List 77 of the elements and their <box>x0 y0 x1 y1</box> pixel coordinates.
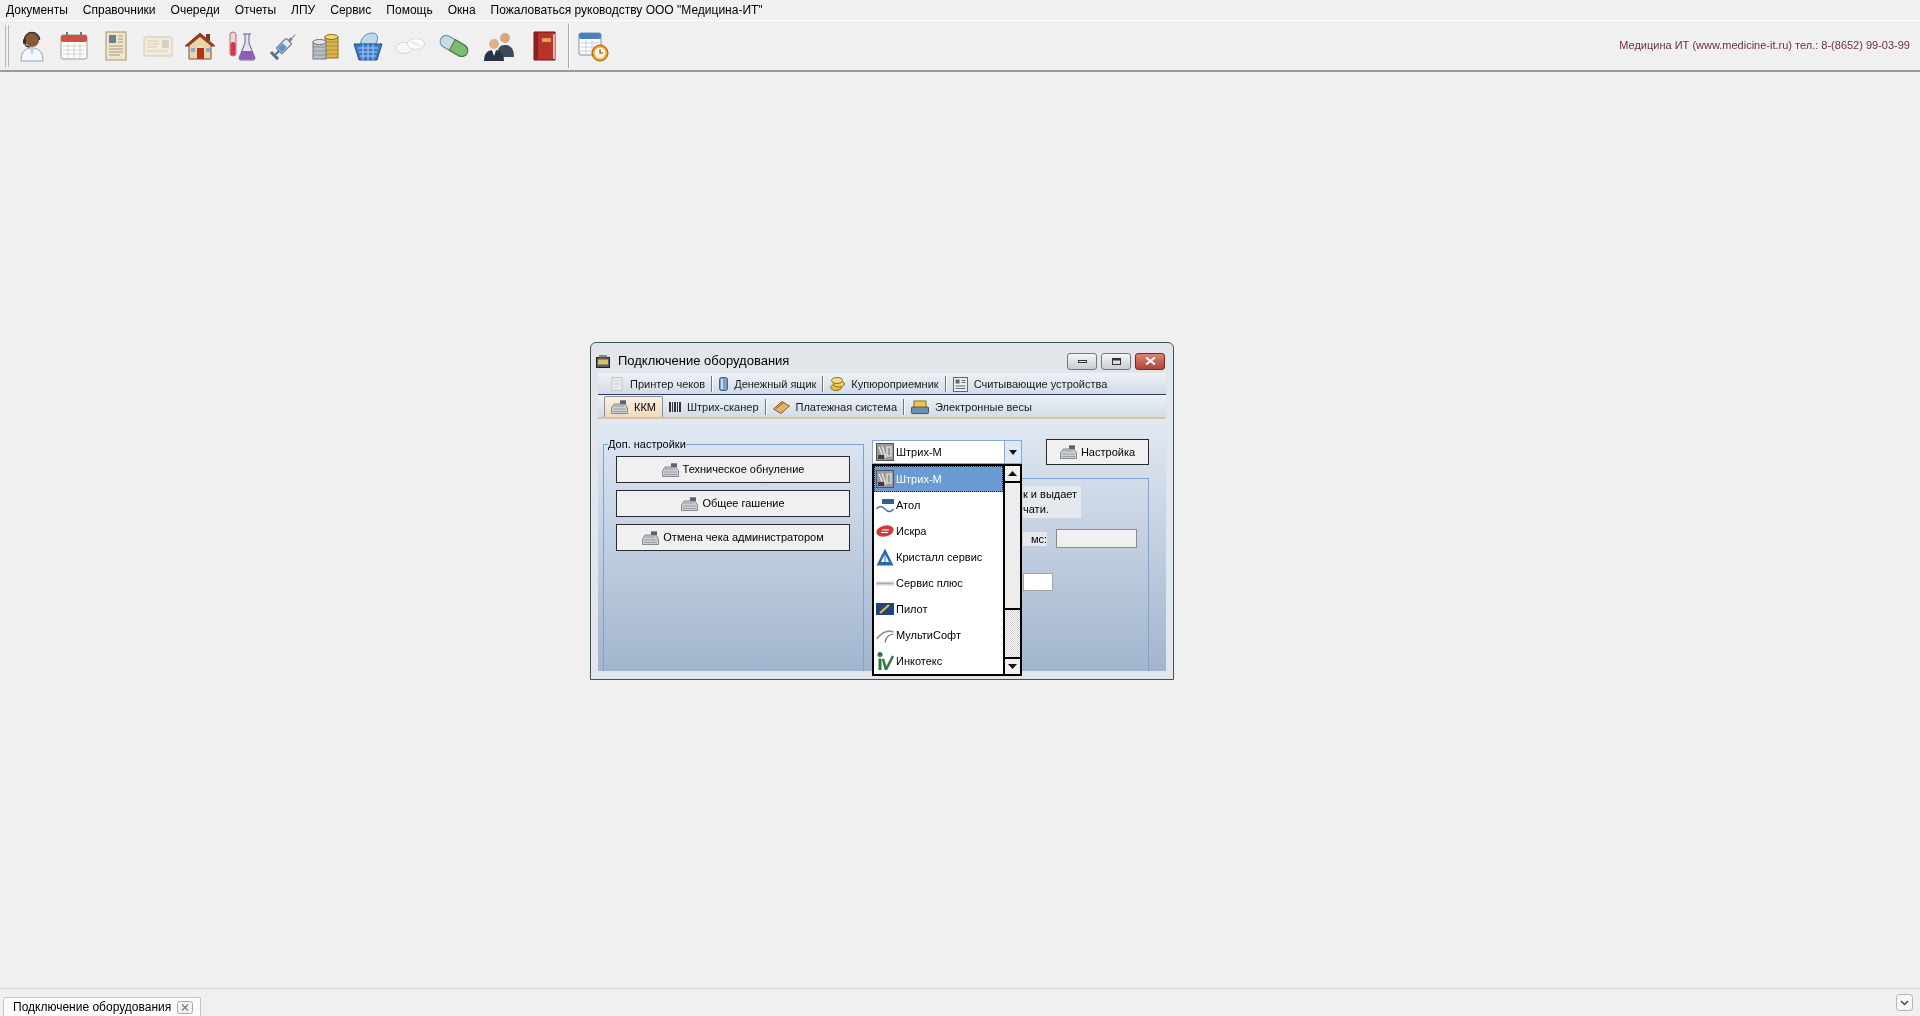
device-icon <box>876 443 894 461</box>
tab[interactable]: Денежный ящик <box>713 374 823 394</box>
action-button[interactable]: Отмена чека администратором <box>616 524 850 551</box>
oval-logo-icon <box>876 522 894 540</box>
wave-logo-icon <box>876 496 894 514</box>
dropdown-option[interactable]: Пилот <box>874 596 1003 622</box>
caret-down-icon <box>1009 449 1017 455</box>
close-icon <box>1144 357 1156 365</box>
cash-register-icon <box>661 462 679 477</box>
menu-item[interactable]: Отчеты <box>234 1 277 19</box>
printer-icon <box>610 377 624 391</box>
menu-item[interactable]: Помощь <box>386 1 433 19</box>
dropdown-option[interactable]: Инкотекс <box>874 648 1003 674</box>
field-label: мс: <box>1023 531 1047 546</box>
settings-button[interactable]: Настройка <box>1046 439 1149 465</box>
card-icon <box>772 400 790 414</box>
tab[interactable]: Платежная система <box>766 397 904 417</box>
dropdown-option[interactable]: Кристалл сервис <box>874 544 1003 570</box>
cylinder-icon <box>719 377 729 391</box>
scroll-up-button[interactable] <box>1005 466 1020 483</box>
barcode-icon <box>669 402 681 412</box>
basket-icon[interactable] <box>352 29 384 62</box>
scroll-down-button[interactable] <box>1005 657 1020 674</box>
menu-item[interactable]: ЛПУ <box>291 1 316 19</box>
device-icon <box>876 470 894 488</box>
check-logo-icon <box>876 652 894 670</box>
description-text: к и выдает чати. <box>1023 486 1081 518</box>
menu-item[interactable]: Окна <box>447 1 476 19</box>
coins-icon <box>830 377 846 391</box>
equipment-icon <box>596 354 610 368</box>
menu-item[interactable]: Очереди <box>170 1 220 19</box>
cash-register-icon <box>681 496 699 511</box>
chevron-down-icon[interactable] <box>1896 994 1913 1011</box>
scroll-thumb[interactable] <box>1005 483 1020 610</box>
tab[interactable]: Штрих-сканер <box>663 397 765 417</box>
menu-item[interactable]: Справочники <box>82 1 156 19</box>
contact-info: Медицина ИТ (www.medicine-it.ru) тел.: 8-(8652) 99-03-99 <box>1619 38 1910 54</box>
input-field[interactable] <box>1023 573 1053 591</box>
cash-register-icon <box>1059 445 1077 459</box>
tab[interactable]: Принтер чеков <box>604 374 712 394</box>
pen-logo-icon <box>876 603 894 615</box>
minimize-button[interactable] <box>1067 352 1097 370</box>
menu-item[interactable]: Пожаловаться руководству ООО "Медицина-ИТ" <box>490 1 763 19</box>
tab[interactable]: Считывающие устройства <box>946 374 1114 394</box>
dropdown-option[interactable]: Сервис плюс <box>874 570 1003 596</box>
caret-up-icon <box>1008 471 1017 476</box>
dialog-title: Подключение оборудования <box>618 352 790 371</box>
dropdown-option[interactable]: МультиСофт <box>874 622 1003 648</box>
action-button[interactable]: Техническое обнуление <box>616 456 850 483</box>
window-tab[interactable]: Подключение оборудования <box>3 997 202 1016</box>
card-reader-icon <box>952 376 968 392</box>
tab[interactable]: ККМ <box>604 396 663 417</box>
action-button[interactable]: Общее гашение <box>616 490 850 517</box>
strip-logo-icon <box>876 580 894 586</box>
caret-down-icon <box>1008 664 1017 669</box>
close-button[interactable] <box>1135 352 1165 370</box>
group-title: Доп. настройки <box>608 438 686 451</box>
maximize-icon <box>1111 357 1121 365</box>
close-icon[interactable] <box>177 1000 194 1014</box>
arc-logo-icon <box>876 627 894 643</box>
menu-item[interactable]: Сервис <box>330 1 372 19</box>
cash-register-icon <box>642 530 660 545</box>
cash-register-icon <box>611 400 628 414</box>
input-field[interactable] <box>1056 529 1137 548</box>
maximize-button[interactable] <box>1101 352 1131 370</box>
triangle-logo-icon <box>876 548 894 566</box>
lab-flask-icon[interactable] <box>226 29 258 62</box>
tab[interactable]: Электронные весы <box>905 397 1038 417</box>
calendar-icon[interactable] <box>58 29 90 62</box>
dropdown-option[interactable]: Искра <box>874 518 1003 544</box>
dropdown-option[interactable]: Атол <box>874 492 1003 518</box>
minimize-icon <box>1077 359 1087 363</box>
menu-item[interactable]: Документы <box>6 1 68 19</box>
device-select[interactable]: Штрих-М <box>872 440 1022 464</box>
calendar-clock-icon[interactable] <box>577 29 609 62</box>
tab[interactable]: Купюроприемник <box>824 374 945 394</box>
scale-icon <box>911 400 930 414</box>
